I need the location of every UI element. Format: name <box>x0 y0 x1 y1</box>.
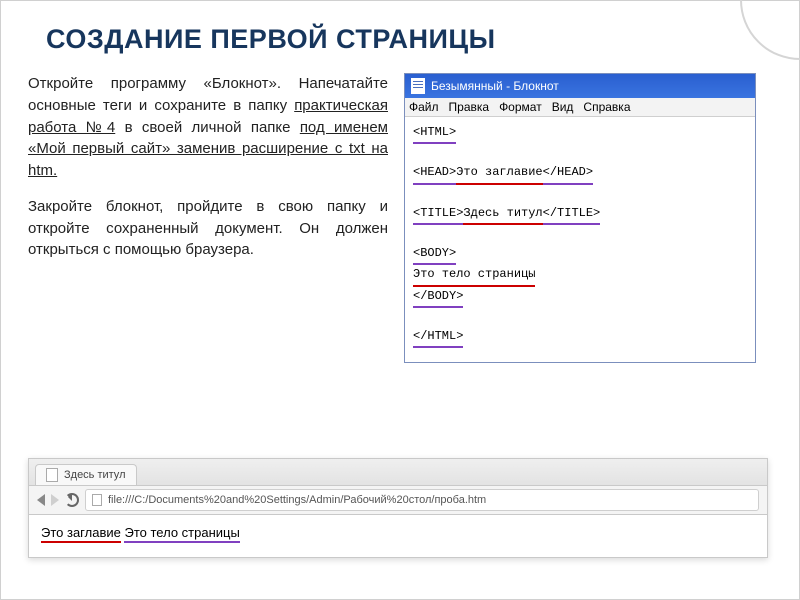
browser-toolbar: file:///C:/Documents%20and%20Settings/Ad… <box>29 485 767 515</box>
address-bar[interactable]: file:///C:/Documents%20and%20Settings/Ad… <box>85 489 759 511</box>
file-icon <box>92 494 102 506</box>
page-icon <box>46 468 58 482</box>
browser-window: Здесь титул file:///C:/Documents%20and%2… <box>28 458 768 558</box>
notepad-menu: Файл Правка Формат Вид Справка <box>405 98 755 117</box>
menu-view[interactable]: Вид <box>552 100 574 114</box>
notepad-window: Безымянный - Блокнот Файл Правка Формат … <box>404 73 756 363</box>
notepad-body[interactable]: <HTML> <HEAD>Это заглавие</HEAD> <TITLE>… <box>405 117 755 362</box>
menu-edit[interactable]: Правка <box>449 100 490 114</box>
page-title: СОЗДАНИЕ ПЕРВОЙ СТРАНИЦЫ <box>0 0 800 73</box>
tab-title: Здесь титул <box>64 469 126 481</box>
forward-icon[interactable] <box>51 494 59 506</box>
notepad-icon <box>411 78 425 94</box>
slide: СОЗДАНИЕ ПЕРВОЙ СТРАНИЦЫ Откройте програ… <box>0 0 800 600</box>
menu-help[interactable]: Справка <box>583 100 630 114</box>
notepad-title: Безымянный - Блокнот <box>431 79 559 93</box>
browser-body: Это заглавие Это тело страницы <box>29 515 767 557</box>
back-icon[interactable] <box>37 494 45 506</box>
paragraph-1: Откройте программу «Блокнот». Напечатайт… <box>28 73 388 182</box>
browser-tabstrip: Здесь титул <box>29 459 767 485</box>
menu-format[interactable]: Формат <box>499 100 542 114</box>
reload-icon[interactable] <box>65 493 79 507</box>
content-columns: Откройте программу «Блокнот». Напечатайт… <box>0 73 800 363</box>
browser-tab[interactable]: Здесь титул <box>35 464 137 485</box>
menu-file[interactable]: Файл <box>409 100 439 114</box>
notepad-titlebar: Безымянный - Блокнот <box>405 74 755 98</box>
instruction-text: Откройте программу «Блокнот». Напечатайт… <box>28 73 388 363</box>
notepad-screenshot: Безымянный - Блокнот Файл Правка Формат … <box>404 73 756 363</box>
paragraph-2: Закройте блокнот, пройдите в свою папку … <box>28 196 388 261</box>
url-text: file:///C:/Documents%20and%20Settings/Ad… <box>108 494 486 506</box>
